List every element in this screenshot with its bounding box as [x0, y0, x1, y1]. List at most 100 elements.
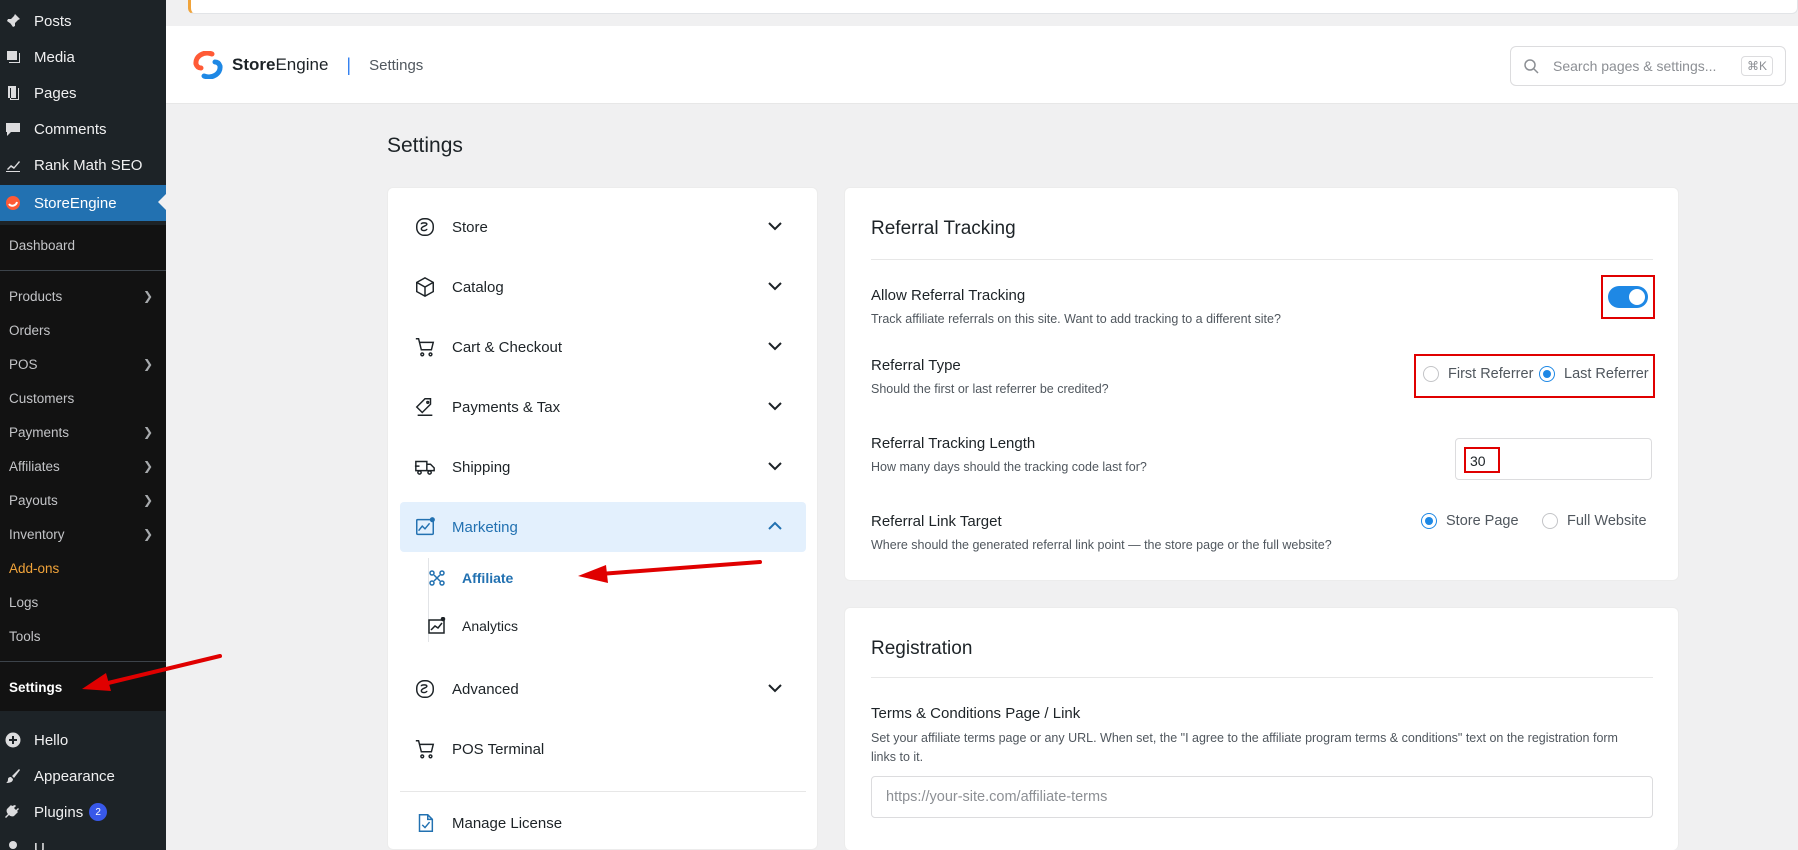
radio-full-website[interactable]: Full Website: [1542, 513, 1647, 529]
wp-menu-rankmath[interactable]: Rank Math SEO: [0, 148, 166, 182]
chevron-right-icon: ❯: [142, 357, 153, 371]
paintbrush-icon: [5, 768, 21, 784]
settings-menu-store[interactable]: Store: [400, 202, 806, 252]
settings-menu-manage-license[interactable]: Manage License: [400, 798, 806, 848]
settings-menu-pos-terminal[interactable]: POS Terminal: [400, 724, 806, 774]
storeengine-logo[interactable]: StoreEngine | Settings: [192, 51, 423, 79]
referral-type-label: Referral Type: [871, 357, 961, 374]
chevron-right-icon: ❯: [142, 289, 153, 303]
storeengine-icon: [5, 195, 21, 211]
store-icon: [412, 214, 438, 240]
card-divider: [871, 259, 1653, 260]
radio-button-selected[interactable]: [1421, 513, 1437, 529]
storeengine-header: StoreEngine | Settings Search pages & se…: [166, 26, 1798, 104]
wp-menu-storeengine[interactable]: StoreEngine: [0, 185, 166, 221]
wp-menu-label: Pages: [34, 84, 77, 102]
cart-icon: [412, 334, 438, 360]
breadcrumb: Settings: [369, 56, 424, 74]
wp-menu-label: Media: [34, 48, 75, 66]
link-target-desc: Where should the generated referral link…: [871, 538, 1332, 552]
terms-link-placeholder: https://your-site.com/affiliate-terms: [886, 789, 1108, 805]
plugins-update-badge: 2: [89, 803, 108, 821]
wp-menu-plugins[interactable]: Plugins 2: [0, 795, 166, 829]
chevron-down-icon: [766, 397, 784, 415]
search-placeholder: Search pages & settings...: [1553, 58, 1717, 74]
wp-menu-media[interactable]: Media: [0, 40, 166, 74]
settings-menu-advanced[interactable]: Advanced: [400, 664, 806, 714]
card-title: Referral Tracking: [871, 218, 1016, 239]
analytics-icon: [428, 616, 446, 635]
settings-menu-catalog[interactable]: Catalog: [400, 262, 806, 312]
terms-label: Terms & Conditions Page / Link: [871, 705, 1081, 722]
chevron-down-icon: [766, 457, 784, 475]
affiliate-icon: [428, 569, 446, 587]
search-icon: [1524, 59, 1539, 74]
chart-icon: [412, 514, 438, 540]
truck-icon: [412, 454, 438, 480]
wp-menu-label: Rank Math SEO: [34, 156, 143, 174]
license-icon: [412, 810, 438, 836]
wp-menu-posts[interactable]: Posts: [0, 4, 166, 38]
radio-store-page[interactable]: Store Page: [1421, 513, 1519, 529]
pushpin-icon: [5, 13, 21, 29]
submenu-payments[interactable]: Payments ❯: [9, 419, 159, 445]
wp-menu-label: Plugins: [34, 803, 84, 821]
chevron-down-icon: [766, 277, 784, 295]
chevron-down-icon: [766, 217, 784, 235]
submenu-orders[interactable]: Orders: [9, 317, 159, 343]
submenu-customers[interactable]: Customers: [9, 385, 159, 411]
notice-strip: [166, 0, 1798, 16]
submenu-pos[interactable]: POS ❯: [9, 351, 159, 377]
radio-button[interactable]: [1542, 513, 1558, 529]
submenu-dashboard[interactable]: Dashboard: [9, 232, 159, 258]
settings-menu-cart-checkout[interactable]: Cart & Checkout: [400, 322, 806, 372]
submenu-settings[interactable]: Settings: [9, 674, 159, 700]
pages-icon: [5, 85, 21, 101]
tracking-length-input[interactable]: 30: [1455, 438, 1652, 480]
card-title: Registration: [871, 638, 973, 659]
settings-menu-shipping[interactable]: Shipping: [400, 442, 806, 492]
allow-referral-label: Allow Referral Tracking: [871, 287, 1026, 304]
comments-icon: [5, 121, 21, 137]
submenu-divider: [0, 270, 166, 271]
terms-desc: Set your affiliate terms page or any URL…: [871, 731, 1618, 745]
referral-tracking-card: Referral Tracking Allow Referral Trackin…: [844, 187, 1679, 581]
radio-button[interactable]: [1423, 366, 1439, 382]
header-separator: |: [346, 54, 352, 75]
wp-menu-label: U: [34, 839, 45, 850]
wp-menu-label: Posts: [34, 12, 72, 30]
card-divider: [871, 677, 1653, 678]
settings-submenu-analytics[interactable]: Analytics: [428, 608, 728, 644]
brand-name: StoreEngine: [232, 55, 329, 74]
terms-link-input[interactable]: https://your-site.com/affiliate-terms: [871, 776, 1653, 818]
advanced-icon: [412, 676, 438, 702]
storeengine-submenu: Dashboard Products ❯ Orders POS ❯ Customer…: [0, 225, 166, 711]
settings-menu-marketing[interactable]: Marketing: [400, 502, 806, 552]
submenu-affiliates[interactable]: Affiliates ❯: [9, 453, 159, 479]
submenu-products[interactable]: Products ❯: [9, 283, 159, 309]
radio-first-referrer[interactable]: First Referrer: [1423, 366, 1533, 382]
radio-button-selected[interactable]: [1539, 366, 1555, 382]
settings-menu-payments-tax[interactable]: Payments & Tax: [400, 382, 806, 432]
radio-last-referrer[interactable]: Last Referrer: [1539, 366, 1649, 382]
pos-cart-icon: [412, 736, 438, 762]
storeengine-logo-icon: [193, 51, 223, 79]
allow-referral-toggle[interactable]: [1608, 286, 1648, 308]
wp-menu-pages[interactable]: Pages: [0, 76, 166, 110]
submenu-addons[interactable]: Add-ons: [9, 555, 159, 581]
submenu-inventory[interactable]: Inventory ❯: [9, 521, 159, 547]
wp-menu-appearance[interactable]: Appearance: [0, 759, 166, 793]
tracking-length-desc: How many days should the tracking code l…: [871, 460, 1147, 474]
wp-menu-label: Hello: [34, 731, 69, 749]
link-target-label: Referral Link Target: [871, 513, 1002, 530]
chevron-right-icon: ❯: [142, 425, 153, 439]
submenu-tools[interactable]: Tools: [9, 623, 159, 649]
wp-menu-label: Appearance: [34, 767, 115, 785]
search-input[interactable]: Search pages & settings... ⌘K: [1510, 46, 1786, 86]
settings-submenu-affiliate[interactable]: Affiliate: [428, 560, 728, 596]
submenu-logs[interactable]: Logs: [9, 589, 159, 615]
wp-menu-hello[interactable]: Hello: [0, 723, 166, 757]
wp-menu-users[interactable]: U: [0, 831, 166, 850]
submenu-payouts[interactable]: Payouts ❯: [9, 487, 159, 513]
wp-menu-comments[interactable]: Comments: [0, 112, 166, 146]
